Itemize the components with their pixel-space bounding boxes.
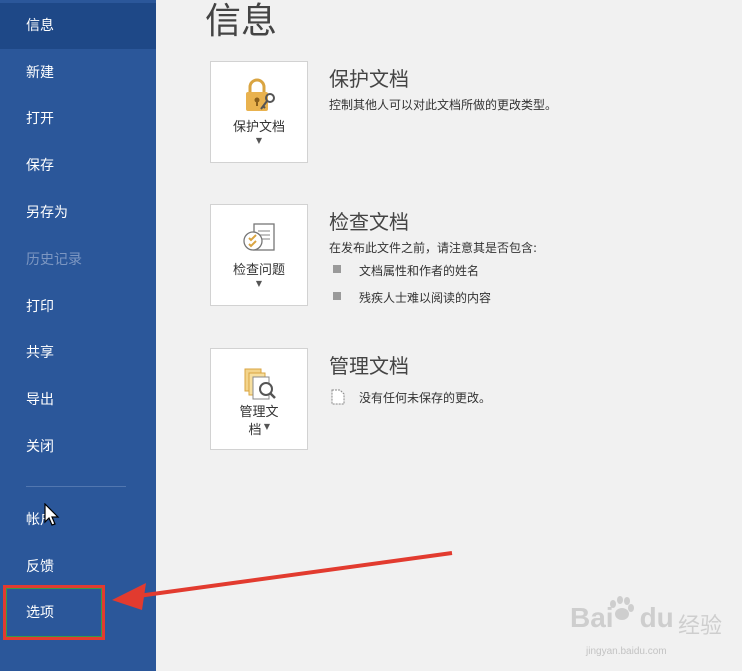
nav-save[interactable]: 保存	[0, 143, 156, 189]
nav-close[interactable]: 关闭	[0, 424, 156, 470]
nav-new[interactable]: 新建	[0, 50, 156, 96]
nav-export[interactable]: 导出	[0, 377, 156, 423]
document-icon	[331, 389, 345, 405]
baidu-watermark: Bai du 经验 jingyan.baidu.com	[566, 596, 736, 668]
manage-document-label-line1: 管理文	[239, 405, 279, 420]
nav-info[interactable]: 信息	[0, 3, 156, 49]
page-title: 信息	[205, 1, 278, 42]
chevron-down-icon: ▼	[255, 136, 263, 145]
manage-section-title: 管理文档	[329, 354, 409, 378]
nav-history: 历史记录	[26, 252, 82, 268]
nav-share[interactable]: 共享	[0, 330, 156, 376]
inspect-document-icon	[243, 223, 275, 251]
protect-document-button[interactable]: 保护文档 ▼	[210, 61, 308, 163]
inspect-bullet-item: 文档属性和作者的姓名	[359, 264, 480, 278]
options-highlight-box	[3, 585, 105, 640]
bullet-icon	[333, 265, 341, 273]
protect-section-title: 保护文档	[329, 67, 409, 91]
chevron-down-icon: ▼	[255, 279, 263, 288]
nav-save-as[interactable]: 另存为	[0, 190, 156, 236]
inspect-section-description: 在发布此文件之前，请注意其是否包含:	[329, 241, 538, 255]
lock-key-icon	[246, 78, 275, 111]
nav-feedback[interactable]: 反馈	[0, 544, 156, 590]
mouse-cursor-icon	[44, 503, 60, 526]
nav-open[interactable]: 打开	[0, 96, 156, 142]
backstage-sidebar: 信息 新建 打开 保存 另存为 历史记录 打印 共享 导出 关闭 帐户 反馈 选…	[0, 0, 156, 671]
protect-document-label: 保护文档	[232, 120, 285, 135]
watermark-cn: 经验	[678, 614, 723, 639]
inspect-bullet-item: 残疾人士难以阅读的内容	[359, 291, 492, 305]
nav-print[interactable]: 打印	[0, 284, 156, 330]
protect-section-description: 控制其他人可以对此文档所做的更改类型。	[329, 98, 558, 112]
inspect-section-title: 检查文档	[329, 210, 409, 234]
nav-divider	[26, 486, 126, 487]
nav-account[interactable]: 帐户	[0, 497, 156, 543]
chevron-down-icon: ▼	[263, 422, 271, 431]
check-issues-label: 检查问题	[232, 263, 285, 278]
manage-section-description: 没有任何未保存的更改。	[359, 391, 492, 405]
check-issues-button[interactable]: 检查问题 ▼	[210, 204, 308, 306]
manage-document-button[interactable]: 管理文 档 ▼	[210, 348, 308, 450]
watermark-url: jingyan.baidu.com	[586, 646, 667, 657]
manage-document-icon	[244, 368, 276, 400]
bullet-icon	[333, 292, 341, 300]
watermark-brand: Bai du	[570, 602, 674, 633]
